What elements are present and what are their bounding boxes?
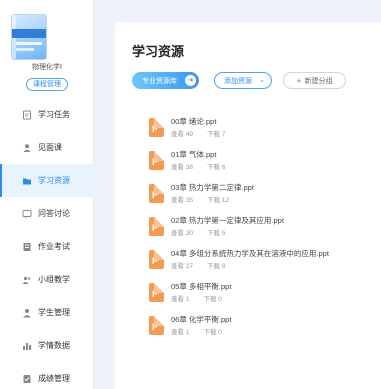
folder-icon — [22, 176, 32, 186]
document-icon — [22, 110, 32, 120]
file-meta: 查看 35 下载 12 — [171, 197, 230, 204]
sidebar-item-label: 作业考试 — [38, 242, 70, 251]
file-name[interactable]: 03章 热力学第二定律.ppt — [171, 182, 254, 193]
file-meta: 查看 1 下载 0 — [171, 329, 222, 336]
student-icon — [22, 308, 32, 318]
ppt-file-icon: P — [149, 217, 164, 236]
file-meta: 查看 38 下载 6 — [171, 164, 226, 171]
sidebar: 物理化学I 课程管理 学习任务 见面课 学习资源 问答讨论 作业考试 小组教学 — [0, 0, 94, 389]
sidebar-item-homework-exam[interactable]: 作业考试 — [0, 230, 94, 263]
chevron-down-icon: ⌄ — [259, 77, 265, 84]
download-count: 0 — [218, 329, 222, 336]
list-item[interactable]: P 05章 多相平衡.ppt 查看 1 下载 0 — [149, 281, 381, 314]
view-count: 30 — [185, 230, 194, 237]
ppt-file-icon: P — [149, 316, 164, 335]
sidebar-item-label: 学情数据 — [38, 341, 70, 350]
list-item[interactable]: P 06章 化学平衡.ppt 查看 1 下载 0 — [149, 314, 381, 347]
person-icon — [22, 143, 32, 153]
download-count: 7 — [221, 131, 226, 138]
new-group-label: 新建分组 — [304, 77, 333, 85]
course-management-button[interactable]: 课程管理 — [26, 78, 68, 91]
list-item[interactable]: P 03章 热力学第二定律.ppt 查看 35 下载 12 — [149, 182, 381, 215]
view-count: 1 — [185, 329, 190, 336]
ppt-file-icon: P — [149, 184, 164, 203]
sidebar-item-label: 问答讨论 — [38, 209, 70, 218]
course-cover-image[interactable] — [11, 14, 47, 60]
professional-library-button[interactable]: 专业资源库 ➜ — [132, 72, 199, 89]
download-count: 8 — [221, 263, 226, 270]
list-item[interactable]: P 01章 气体.ppt 查看 38 下载 6 — [149, 149, 381, 182]
page-title: 学习资源 — [132, 44, 185, 59]
file-meta: 查看 27 下载 8 — [171, 263, 226, 270]
sidebar-item-group-teaching[interactable]: 小组教学 — [0, 263, 94, 296]
sidebar-item-meeting-class[interactable]: 见面课 — [0, 131, 94, 164]
ppt-file-icon: P — [149, 151, 164, 170]
ppt-file-icon: P — [149, 250, 164, 269]
sidebar-item-qa-discussion[interactable]: 问答讨论 — [0, 197, 94, 230]
group-icon — [22, 275, 32, 285]
view-count: 49 — [185, 131, 194, 138]
file-name[interactable]: 04章 多组分系统热力学及其在溶液中的应用.ppt — [171, 248, 329, 259]
sidebar-item-label: 学习资源 — [38, 176, 70, 185]
file-name[interactable]: 01章 气体.ppt — [171, 149, 216, 160]
sidebar-item-label: 见面课 — [38, 143, 62, 152]
professional-library-label: 专业资源库 — [142, 77, 177, 85]
sidebar-item-student-management[interactable]: 学生管理 — [0, 296, 94, 329]
sidebar-item-learning-resources[interactable]: 学习资源 — [0, 164, 94, 197]
sidebar-item-label: 学习任务 — [38, 110, 70, 119]
arrow-right-icon: ➜ — [185, 75, 196, 86]
exam-icon — [22, 242, 32, 252]
download-count: 6 — [221, 164, 226, 171]
sidebar-item-label: 学生管理 — [38, 308, 70, 317]
list-item[interactable]: P 00章 绪论.ppt 查看 49 下载 7 — [149, 116, 381, 149]
chat-icon — [22, 209, 32, 219]
add-resource-label: 添加资源 — [224, 77, 252, 85]
file-name[interactable]: 02章 热力学第一定律及其应用.ppt — [171, 215, 284, 226]
list-item[interactable]: P 02章 热力学第一定律及其应用.ppt 查看 30 下载 5 — [149, 215, 381, 248]
view-count: 1 — [185, 296, 190, 303]
grade-icon — [22, 374, 32, 384]
download-count: 12 — [221, 197, 230, 204]
file-meta: 查看 1 下载 0 — [171, 296, 222, 303]
bar-chart-icon — [22, 341, 32, 351]
view-count: 38 — [185, 164, 194, 171]
add-resource-dropdown[interactable]: 添加资源 ⌄ — [214, 72, 272, 89]
file-name[interactable]: 00章 绪论.ppt — [171, 116, 216, 127]
course-name: 物理化学I — [32, 64, 62, 71]
sidebar-item-label: 小组教学 — [38, 275, 70, 284]
file-meta: 查看 49 下载 7 — [171, 131, 226, 138]
sidebar-item-grade-management[interactable]: 成绩管理 — [0, 362, 94, 389]
sidebar-item-learning-tasks[interactable]: 学习任务 — [0, 98, 94, 131]
ppt-file-icon: P — [149, 118, 164, 137]
view-count: 27 — [185, 263, 194, 270]
new-group-button[interactable]: + 新建分组 — [283, 72, 346, 89]
file-meta: 查看 30 下载 5 — [171, 230, 226, 237]
resource-list: P 00章 绪论.ppt 查看 49 下载 7 P 01章 气体.ppt 查看 3… — [149, 116, 381, 347]
sidebar-nav: 学习任务 见面课 学习资源 问答讨论 作业考试 小组教学 学生管理 学情数据 成… — [0, 98, 94, 389]
download-count: 5 — [221, 230, 226, 237]
resources-panel: 学习资源 专业资源库 ➜ 添加资源 ⌄ + 新建分组 P 00章 绪论.ppt … — [115, 22, 381, 389]
list-item[interactable]: P 04章 多组分系统热力学及其在溶液中的应用.ppt 查看 27 下载 8 — [149, 248, 381, 281]
view-count: 35 — [185, 197, 194, 204]
file-name[interactable]: 06章 化学平衡.ppt — [171, 314, 231, 325]
plus-icon: + — [296, 75, 302, 86]
file-name[interactable]: 05章 多相平衡.ppt — [171, 281, 231, 292]
ppt-file-icon: P — [149, 283, 164, 302]
download-count: 0 — [218, 296, 222, 303]
sidebar-item-learning-data[interactable]: 学情数据 — [0, 329, 94, 362]
sidebar-item-label: 成绩管理 — [38, 374, 70, 383]
